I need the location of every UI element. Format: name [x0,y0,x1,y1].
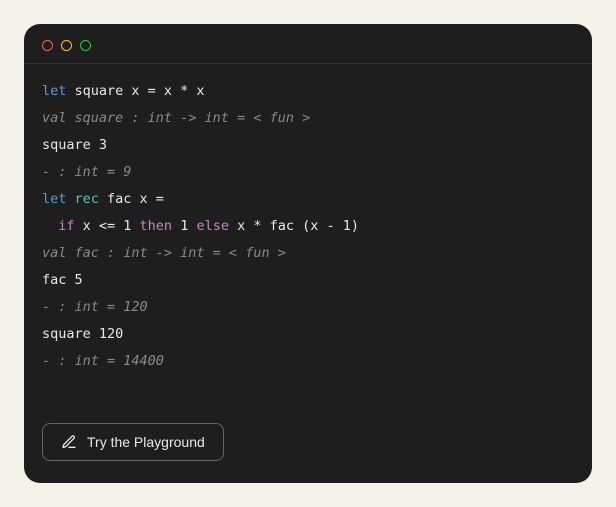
code-line: - : int = 9 [42,159,574,186]
code-token: else [196,218,237,234]
button-label: Try the Playground [87,434,205,450]
code-line: - : int = 120 [42,294,574,321]
code-token: x * fac (x - 1) [237,218,359,234]
code-token: fac 5 [42,272,83,288]
code-token: then [140,218,181,234]
code-token: x <= 1 [83,218,140,234]
code-token: square 3 [42,137,107,153]
minimize-icon [61,40,72,51]
repl-output: val fac : int -> int = < fun > [42,245,286,261]
code-line: val fac : int -> int = < fun > [42,240,574,267]
code-token: let [42,83,75,99]
code-line: - : int = 14400 [42,348,574,375]
code-line: square 3 [42,132,574,159]
code-block: let square x = x * x val square : int -> … [24,64,592,409]
code-line: let square x = x * x [42,78,574,105]
code-token: let [42,191,75,207]
pencil-icon [61,434,77,450]
code-token: square 120 [42,326,123,342]
code-token: square x = x * x [75,83,205,99]
zoom-icon [80,40,91,51]
code-token: rec [75,191,108,207]
repl-output: - : int = 9 [42,164,131,180]
code-line: if x <= 1 then 1 else x * fac (x - 1) [42,213,574,240]
code-line: square 120 [42,321,574,348]
code-token: if [58,218,82,234]
code-token: 1 [180,218,196,234]
repl-output: - : int = 14400 [42,353,164,369]
close-icon [42,40,53,51]
repl-output: val square : int -> int = < fun > [42,110,310,126]
code-line: let rec fac x = [42,186,574,213]
code-line: val square : int -> int = < fun > [42,105,574,132]
code-footer: Try the Playground [24,409,592,483]
code-window: let square x = x * x val square : int -> … [24,24,592,483]
window-titlebar [24,24,592,64]
repl-output: - : int = 120 [42,299,148,315]
code-line: fac 5 [42,267,574,294]
code-token: fac x = [107,191,164,207]
try-playground-button[interactable]: Try the Playground [42,423,224,461]
